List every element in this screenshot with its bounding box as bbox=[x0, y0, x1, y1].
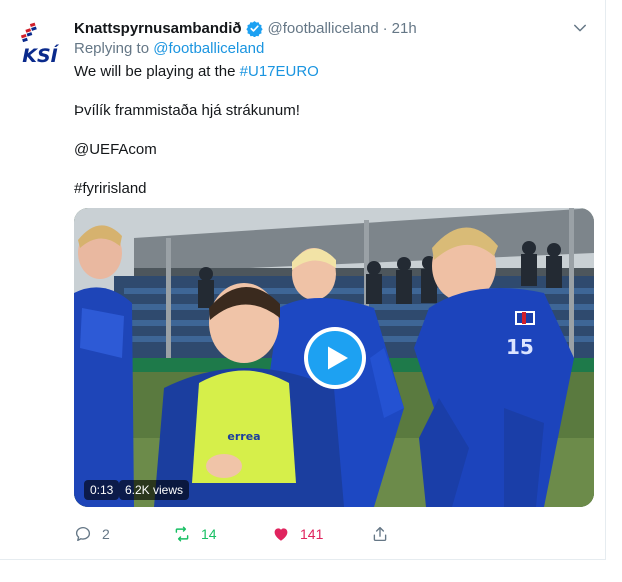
display-name[interactable]: Knattspyrnusambandið bbox=[74, 20, 242, 37]
play-button[interactable] bbox=[304, 327, 366, 389]
replying-prefix: Replying to bbox=[74, 40, 150, 57]
mention-uefacom-link[interactable]: @UEFAcom bbox=[74, 141, 157, 158]
tweet-text-line-2: Þvílík frammistaða hjá strákunum! bbox=[74, 102, 300, 119]
play-icon bbox=[327, 346, 348, 370]
timestamp[interactable]: 21h bbox=[392, 20, 417, 37]
replying-to: Replying to @footballiceland bbox=[74, 40, 264, 57]
ksi-logo-icon: KSÍ bbox=[16, 20, 64, 68]
vest-text: errea bbox=[227, 430, 260, 443]
heart-icon bbox=[274, 528, 288, 541]
action-bar: 2 14 141 bbox=[74, 523, 474, 545]
like-button[interactable]: 141 bbox=[272, 523, 323, 545]
retweet-button[interactable]: 14 bbox=[173, 523, 217, 545]
like-count: 141 bbox=[300, 526, 324, 542]
avatar-logo-text: KSÍ bbox=[22, 44, 59, 67]
share-button[interactable] bbox=[371, 523, 399, 545]
video-views: 6.2K views bbox=[119, 480, 190, 500]
reply-count: 2 bbox=[102, 526, 110, 542]
reply-button[interactable]: 2 bbox=[74, 523, 110, 545]
retweet-count: 14 bbox=[201, 526, 217, 542]
hashtag-fyririsland-link[interactable]: #fyririsland bbox=[74, 180, 147, 197]
reply-icon bbox=[75, 526, 91, 542]
video-player[interactable]: 15 errea 0:13 6.2K views bbox=[74, 208, 594, 507]
avatar[interactable]: KSÍ bbox=[16, 20, 64, 68]
jersey-number: 15 bbox=[506, 335, 534, 359]
verified-badge-icon bbox=[245, 20, 263, 37]
retweet-icon bbox=[175, 526, 189, 542]
tweet-card[interactable]: KSÍ Knattspyrnusambandið @footballicelan… bbox=[0, 0, 606, 560]
line1-text: We will be playing at the bbox=[74, 63, 236, 80]
separator-dot: · bbox=[382, 19, 388, 37]
tweet-header: Knattspyrnusambandið @footballiceland · … bbox=[74, 17, 589, 39]
share-icon bbox=[373, 526, 387, 542]
chevron-down-icon[interactable] bbox=[571, 19, 589, 37]
replying-handle-link[interactable]: @footballiceland bbox=[153, 40, 264, 57]
video-duration: 0:13 bbox=[84, 480, 120, 500]
tweet-text-line-1: We will be playing at the #U17EURO bbox=[74, 63, 319, 80]
user-handle[interactable]: @footballiceland bbox=[268, 20, 379, 37]
hashtag-u17euro-link[interactable]: #U17EURO bbox=[240, 63, 319, 80]
